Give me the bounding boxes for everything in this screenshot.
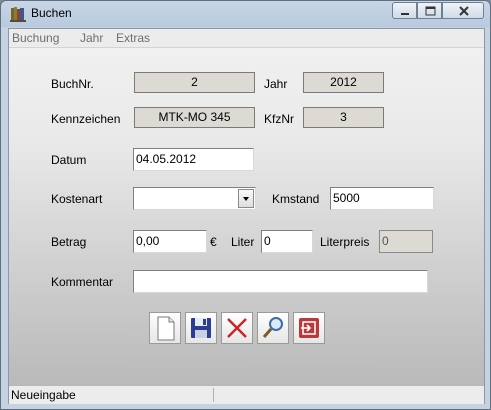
menu-bar: Buchung Jahr Extras	[9, 29, 484, 48]
close-icon	[459, 6, 469, 16]
jahr-label: Jahr	[264, 77, 288, 91]
exit-icon	[299, 318, 319, 338]
minimize-button[interactable]	[392, 2, 417, 19]
search-button[interactable]	[257, 312, 289, 344]
menu-jahr[interactable]: Jahr	[80, 31, 103, 45]
kennzeichen-field: MTK-MO 345	[134, 107, 255, 128]
minimize-icon	[401, 13, 409, 15]
search-magnifier-icon	[262, 317, 283, 338]
status-cell-empty	[216, 388, 480, 402]
maximize-icon	[425, 6, 436, 16]
literpreis-field: 0	[379, 230, 433, 253]
datum-input[interactable]: 04.05.2012	[133, 148, 254, 171]
betrag-label: Betrag	[51, 235, 87, 249]
save-button[interactable]	[185, 312, 217, 344]
app-window: Buchen Buchung Jahr Extras BuchNr. 2 Jah…	[0, 0, 491, 410]
status-text: Neueingabe	[11, 388, 214, 402]
menu-buchung[interactable]: Buchung	[12, 31, 59, 45]
jahr-field: 2012	[303, 72, 384, 93]
betrag-input[interactable]: 0,00	[133, 230, 207, 253]
title-bar[interactable]: Buchen	[1, 1, 490, 27]
liter-label: Liter	[231, 235, 255, 249]
window-title: Buchen	[31, 6, 72, 20]
buchnr-field: 2	[134, 72, 255, 93]
kommentar-label: Kommentar	[51, 275, 114, 289]
app-icon	[10, 6, 26, 22]
exit-button[interactable]	[293, 312, 325, 344]
kmstand-input[interactable]: 5000	[330, 187, 434, 210]
client-area: Buchung Jahr Extras BuchNr. 2 Jahr 2012 …	[8, 28, 485, 404]
kfznr-label: KfzNr	[264, 112, 294, 126]
buchnr-label: BuchNr.	[51, 77, 94, 91]
save-disk-icon	[191, 318, 211, 338]
new-document-icon	[157, 316, 175, 341]
kommentar-input[interactable]	[133, 270, 428, 293]
literpreis-label: Literpreis	[320, 235, 370, 249]
dropdown-arrow-button[interactable]	[238, 189, 254, 208]
delete-x-icon	[227, 318, 247, 338]
new-button[interactable]	[149, 312, 181, 344]
kostenart-select[interactable]	[133, 187, 256, 210]
liter-input[interactable]: 0	[261, 230, 313, 253]
delete-button[interactable]	[221, 312, 253, 344]
datum-label: Datum	[51, 153, 87, 167]
close-button[interactable]	[442, 2, 484, 19]
chevron-down-icon	[243, 197, 249, 201]
status-bar: Neueingabe	[9, 385, 484, 404]
maximize-button[interactable]	[417, 2, 442, 19]
kmstand-label: Kmstand	[272, 192, 320, 206]
kostenart-label: Kostenart	[51, 192, 103, 206]
kfznr-field: 3	[303, 107, 384, 128]
kennzeichen-label: Kennzeichen	[51, 112, 121, 126]
menu-extras[interactable]: Extras	[116, 31, 150, 45]
currency-label: €	[210, 235, 217, 249]
